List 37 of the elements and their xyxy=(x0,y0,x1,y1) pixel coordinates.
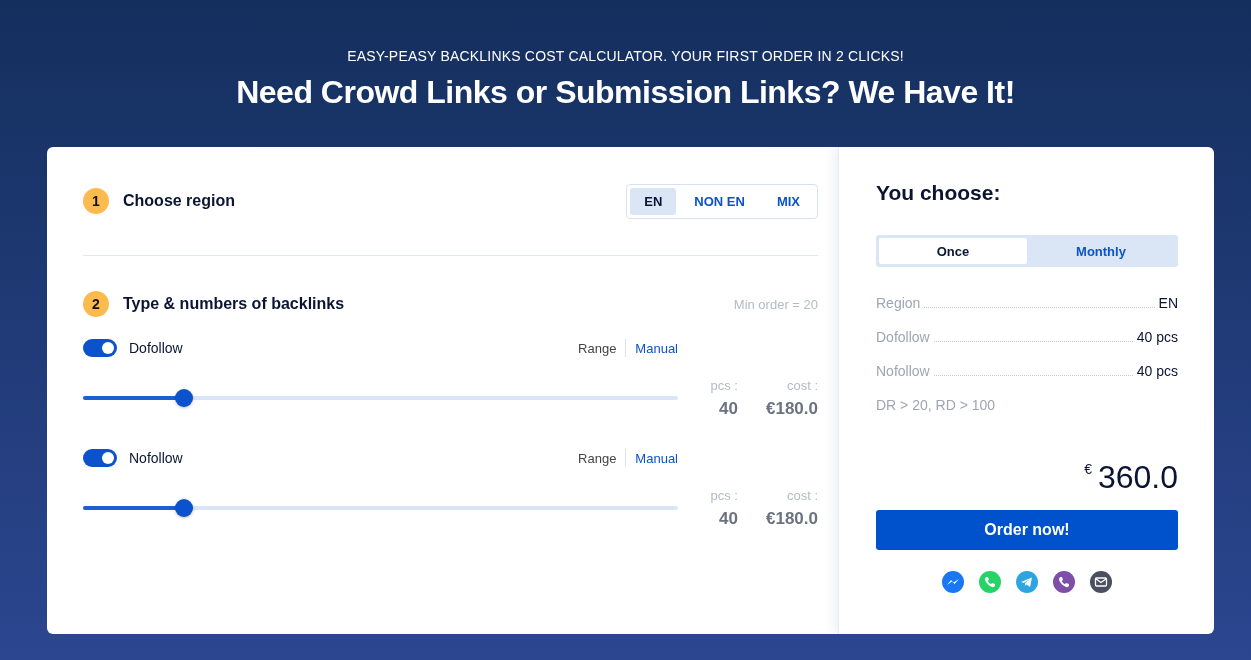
total-price: 360.0 xyxy=(1097,459,1178,496)
billing-option[interactable]: Once xyxy=(879,238,1027,264)
region-option[interactable]: EN xyxy=(630,187,677,215)
link-type-label: Nofollow xyxy=(129,450,183,466)
link-type-label: Dofollow xyxy=(129,340,183,356)
pcs-label: pcs : xyxy=(709,377,738,393)
step-number: 2 xyxy=(83,291,109,317)
summary-label: Dofollow xyxy=(876,329,930,345)
currency-sign: € xyxy=(1084,461,1092,477)
summary-label: Nofollow xyxy=(876,363,930,379)
region-option[interactable]: NON EN xyxy=(680,187,759,215)
pcs-value: 40 xyxy=(718,508,738,529)
min-order-note: Min order = 20 xyxy=(733,296,818,312)
summary-value: EN xyxy=(1158,295,1178,311)
order-button[interactable]: Order now! xyxy=(876,510,1178,550)
pcs-label: pcs : xyxy=(709,487,738,503)
region-option[interactable]: MIX xyxy=(762,187,814,215)
cost-label: cost : xyxy=(785,377,818,393)
mode-option[interactable]: Manual xyxy=(635,450,678,466)
step-title: Choose region xyxy=(123,192,235,210)
summary-title: You choose: xyxy=(876,181,1002,205)
summary-value: 40 pcs xyxy=(1136,363,1178,379)
subtitle: EASY-PEASY BACKLINKS COST CALCULATOR. YOUR FIRST ORDER IN 2 CLICKS! xyxy=(346,48,905,64)
cost-value: €180.0 xyxy=(765,508,818,529)
cost-label: cost : xyxy=(785,487,818,503)
requirements-note: DR > 20, RD > 100 xyxy=(876,397,997,413)
billing-option[interactable]: Monthly xyxy=(1027,238,1175,264)
step-title: Type & numbers of backlinks xyxy=(123,295,345,313)
step-number: 1 xyxy=(83,188,109,214)
cost-value: €180.0 xyxy=(765,398,818,419)
page-title: Need Crowd Links or Submission Links? We Have It! xyxy=(235,74,1016,111)
mode-option[interactable]: Range xyxy=(578,450,617,466)
pcs-value: 40 xyxy=(718,398,738,419)
mode-option[interactable]: Range xyxy=(578,340,617,356)
summary-label: Region xyxy=(876,295,921,311)
summary-value: 40 pcs xyxy=(1136,329,1178,345)
mode-option[interactable]: Manual xyxy=(635,340,678,356)
